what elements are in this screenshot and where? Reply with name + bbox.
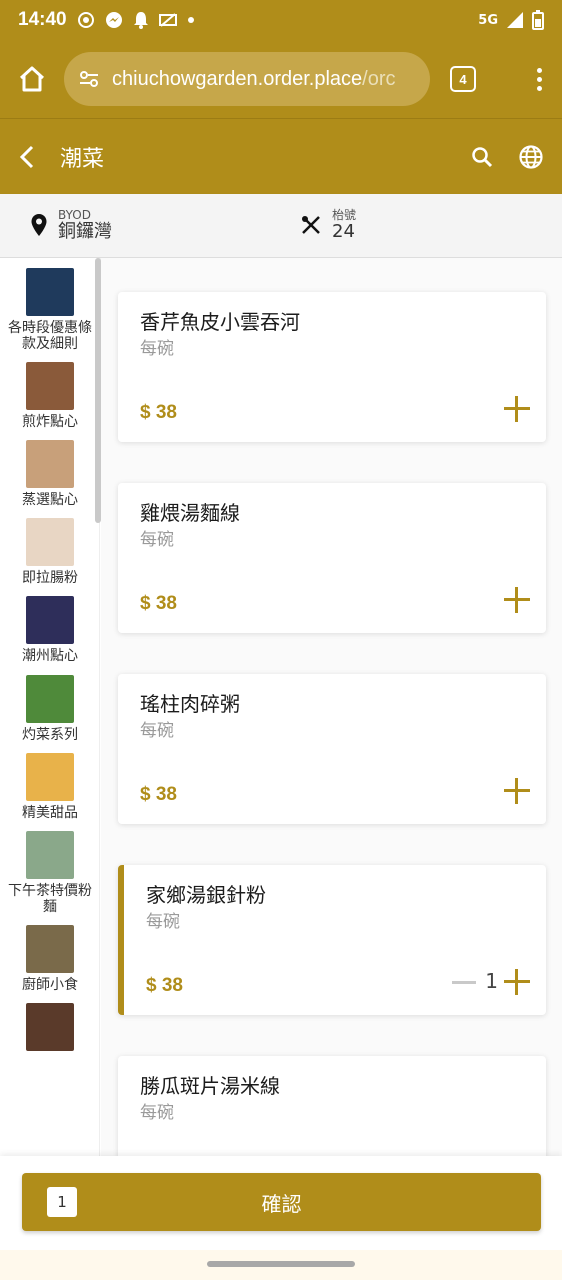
cart-count-badge: 1: [47, 1187, 77, 1217]
add-item-button[interactable]: [504, 778, 530, 804]
category-thumbnail: [26, 268, 74, 316]
chevron-left-icon: [19, 145, 34, 168]
add-item-button[interactable]: [504, 396, 530, 422]
site-settings-icon[interactable]: [78, 68, 100, 90]
no-data-icon: [158, 13, 177, 27]
category-label: 即拉腸粉: [22, 570, 78, 587]
table-number: 24: [332, 221, 355, 243]
item-name: 香芹魚皮小雲吞河: [140, 310, 300, 334]
category-item[interactable]: 煎炸點心: [0, 352, 99, 431]
location-value: 銅鑼灣: [58, 221, 112, 243]
category-thumbnail: [26, 518, 74, 567]
menu-item-list[interactable]: 香芹魚皮小雲吞河 每碗 $ 38 雞煨湯麵線 每碗 $ 38 瑤柱肉碎粥 每碗 …: [101, 258, 562, 1156]
confirm-button[interactable]: 1 確認: [22, 1173, 541, 1231]
home-icon: [19, 66, 45, 92]
system-nav-bar: [0, 1250, 562, 1280]
url-text: chiuchowgarden.order.place/orc: [112, 68, 396, 91]
item-name: 雞煨湯麵線: [140, 501, 240, 525]
bell-icon: [133, 12, 148, 29]
battery-icon: [532, 10, 544, 30]
item-unit: 每碗: [146, 912, 180, 932]
category-thumbnail: [26, 362, 74, 411]
remove-item-button[interactable]: [452, 981, 476, 984]
category-label: 各時段優惠條款及細則: [8, 320, 92, 353]
item-unit: 每碗: [140, 530, 174, 550]
category-item[interactable]: 蒸選點心: [0, 430, 99, 509]
menu-item-card[interactable]: 勝瓜斑片湯米線 每碗: [118, 1056, 546, 1156]
category-item[interactable]: 廚師小食: [0, 915, 99, 993]
menu-item-card[interactable]: 瑤柱肉碎粥 每碗 $ 38: [118, 674, 546, 824]
cutlery-icon: [302, 216, 320, 235]
home-button[interactable]: [14, 61, 50, 97]
item-quantity: 1: [485, 969, 498, 993]
item-price: $ 38: [146, 975, 183, 996]
network-label: 5G: [478, 12, 498, 28]
browser-toolbar: chiuchowgarden.order.place/orc 4: [0, 40, 562, 118]
category-item[interactable]: 灼菜系列: [0, 665, 99, 743]
category-thumbnail: [26, 596, 74, 645]
item-name: 勝瓜斑片湯米線: [140, 1074, 280, 1098]
category-thumbnail: [26, 440, 74, 489]
category-item[interactable]: 各時段優惠條款及細則: [0, 258, 99, 353]
messenger-icon: [105, 12, 122, 28]
browser-menu-button[interactable]: [537, 67, 542, 91]
category-label: 煎炸點心: [22, 414, 78, 431]
category-item[interactable]: 即拉腸粉: [0, 508, 99, 587]
location-info: BYOD 銅鑼灣: [30, 208, 112, 243]
url-bar[interactable]: chiuchowgarden.order.place/orc: [64, 52, 430, 106]
category-item[interactable]: [0, 993, 99, 1055]
cell-signal-icon: [507, 12, 523, 28]
url-host: chiuchowgarden.order.place: [112, 67, 363, 90]
item-price: $ 38: [140, 402, 177, 423]
category-thumbnail: [26, 1003, 74, 1052]
back-button[interactable]: [18, 142, 42, 172]
add-item-button[interactable]: [504, 969, 530, 995]
language-globe-icon[interactable]: [518, 144, 544, 170]
menu-item-card[interactable]: 香芹魚皮小雲吞河 每碗 $ 38: [118, 292, 546, 442]
category-thumbnail: [26, 752, 74, 801]
search-icon[interactable]: [470, 145, 494, 169]
location-pin-icon: [31, 214, 47, 237]
category-label: 廚師小食: [22, 976, 78, 993]
confirm-label: 確認: [261, 1191, 302, 1216]
category-label: 潮州點心: [22, 648, 78, 665]
category-thumbnail: [26, 924, 74, 973]
page-title: 潮菜: [60, 146, 105, 172]
status-time: 14:40: [18, 9, 67, 30]
app-header: 潮菜: [0, 118, 562, 194]
category-item[interactable]: 下午茶特價粉麵: [0, 821, 99, 915]
category-thumbnail: [26, 674, 74, 723]
item-price: $ 38: [140, 784, 177, 805]
category-label: 精美甜品: [22, 804, 78, 821]
item-unit: 每碗: [140, 339, 174, 359]
item-unit: 每碗: [140, 721, 174, 741]
item-price: $ 38: [140, 593, 177, 614]
gesture-handle[interactable]: [207, 1261, 355, 1267]
category-item[interactable]: 精美甜品: [0, 743, 99, 821]
category-sidebar[interactable]: 各時段優惠條款及細則 煎炸點心 蒸選點心 即拉腸粉 潮州點心 灼菜系列 精美甜品…: [0, 258, 100, 1156]
item-name: 瑤柱肉碎粥: [140, 692, 240, 716]
table-info: 枱號 24: [300, 208, 356, 243]
menu-item-card-selected[interactable]: 家鄉湯銀針粉 每碗 $ 38 1: [118, 865, 546, 1015]
status-bar: 14:40 5G: [0, 0, 562, 40]
category-item[interactable]: 潮州點心: [0, 586, 99, 665]
category-thumbnail: [26, 830, 74, 879]
tab-switcher-button[interactable]: 4: [450, 66, 476, 92]
category-label: 灼菜系列: [22, 726, 78, 743]
order-info-bar: BYOD 銅鑼灣 枱號 24: [0, 194, 562, 258]
item-name: 家鄉湯銀針粉: [146, 883, 266, 907]
category-label: 下午茶特價粉麵: [8, 882, 92, 915]
url-path: /orc: [362, 67, 396, 90]
add-item-button[interactable]: [504, 587, 530, 613]
dot-icon: [187, 17, 194, 23]
item-unit: 每碗: [140, 1103, 174, 1123]
menu-item-card[interactable]: 雞煨湯麵線 每碗 $ 38: [118, 483, 546, 633]
category-label: 蒸選點心: [22, 492, 78, 509]
signal-app-icon: [77, 12, 94, 28]
